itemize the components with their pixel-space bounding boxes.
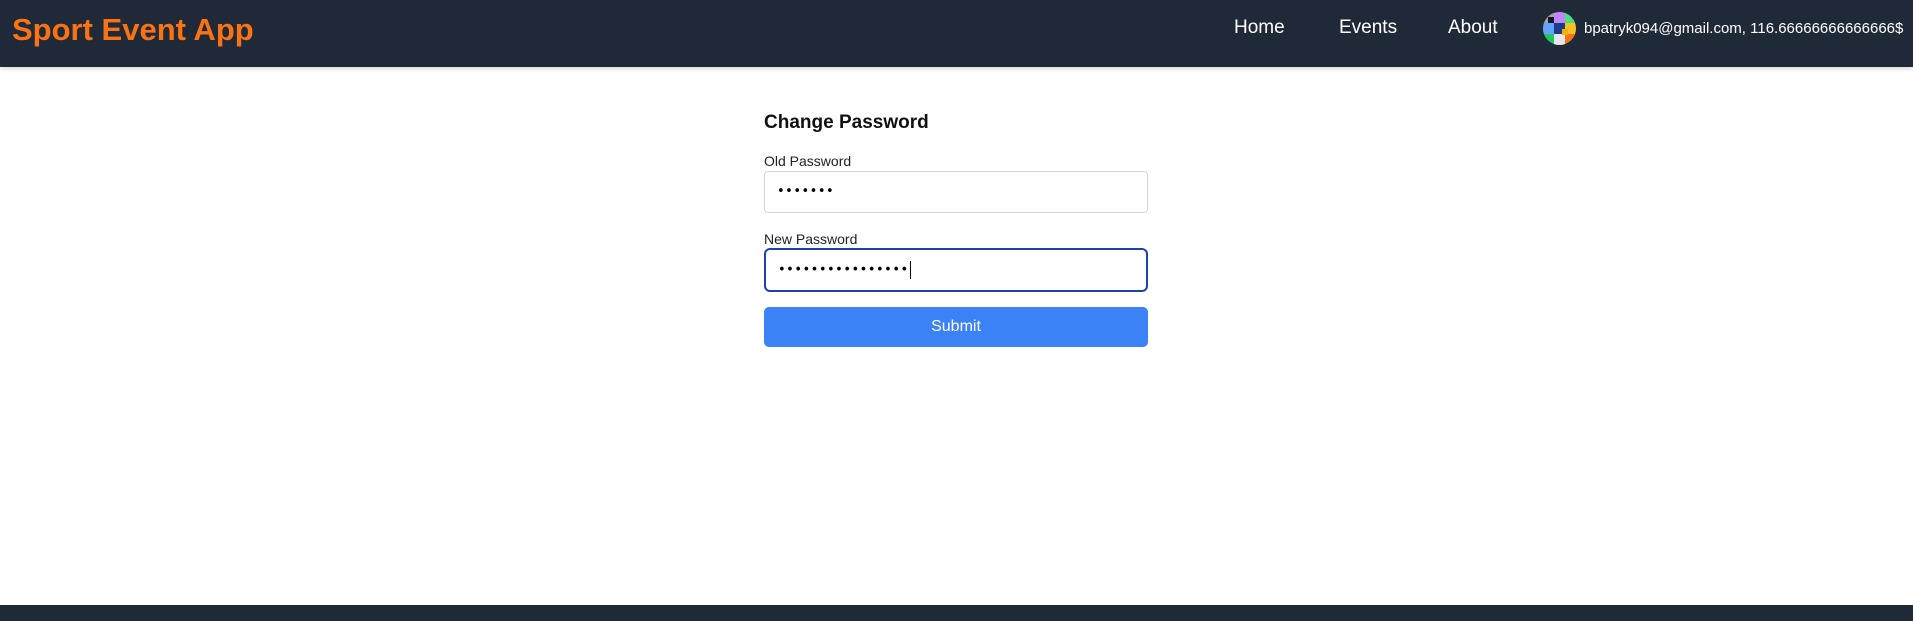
text-caret [909, 261, 911, 279]
new-password-label: New Password [764, 231, 858, 247]
old-password-label: Old Password [764, 153, 852, 169]
top-navbar: Sport Event App Home Events About bpatry… [0, 0, 1913, 67]
old-password-input[interactable]: ••••••• [764, 171, 1148, 213]
nav-link-events[interactable]: Events [1339, 16, 1397, 40]
user-email-balance: bpatryk094@gmail.com, 116.66666666666666… [1584, 20, 1904, 37]
new-password-input[interactable]: •••••••••••••••• [764, 248, 1148, 292]
new-password-field-content: •••••••••••••••• [778, 261, 911, 279]
app-brand-link[interactable]: Sport Event App [12, 12, 254, 48]
user-avatar-icon[interactable] [1543, 12, 1576, 45]
nav-link-home[interactable]: Home [1234, 16, 1285, 40]
new-password-value: •••••••••••••••• [778, 262, 909, 278]
submit-button[interactable]: Submit [764, 307, 1148, 347]
old-password-value: ••••••• [777, 184, 835, 199]
form-title: Change Password [764, 112, 929, 133]
page-footer [0, 605, 1913, 621]
nav-link-about[interactable]: About [1448, 16, 1498, 40]
